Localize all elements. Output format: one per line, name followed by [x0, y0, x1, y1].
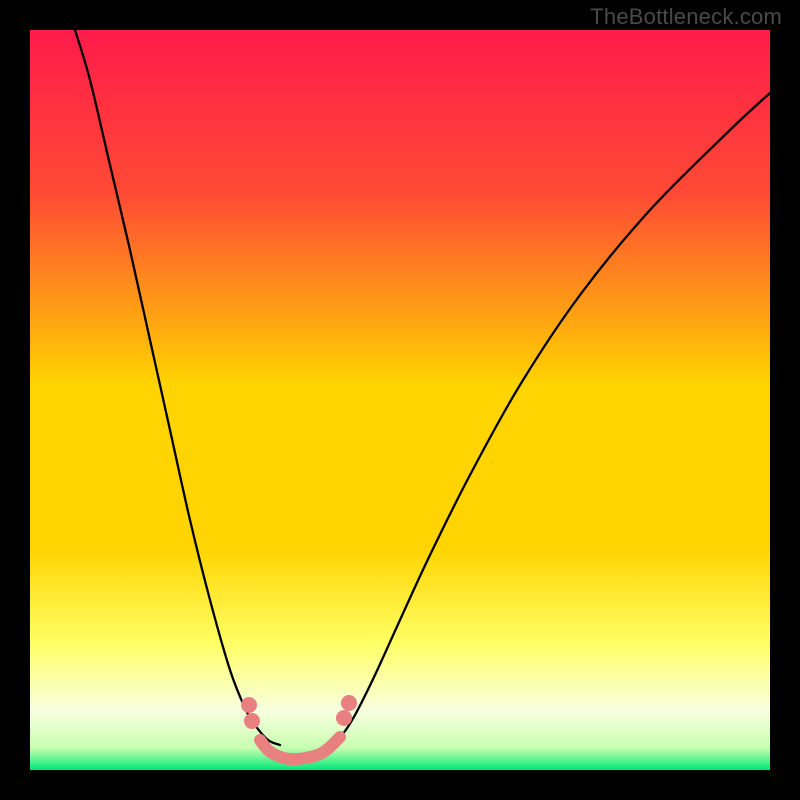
watermark-label: TheBottleneck.com — [590, 4, 782, 30]
gradient-background — [30, 30, 770, 770]
plot-area — [30, 30, 770, 770]
marker-dot — [241, 697, 257, 713]
marker-dot — [244, 713, 260, 729]
marker-dot — [341, 695, 357, 711]
marker-dot — [336, 710, 352, 726]
chart-canvas: TheBottleneck.com — [0, 0, 800, 800]
chart-svg — [30, 30, 770, 770]
